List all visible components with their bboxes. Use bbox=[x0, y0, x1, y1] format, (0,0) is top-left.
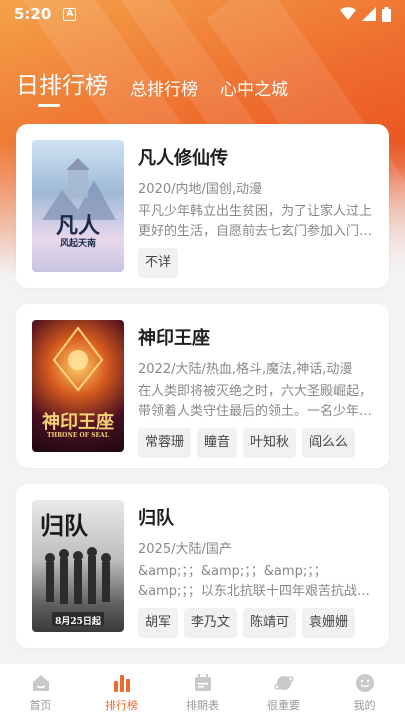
smiley-icon bbox=[355, 673, 374, 692]
nav-mine[interactable]: 我的 bbox=[335, 672, 395, 713]
nav-home[interactable]: 首页 bbox=[11, 672, 71, 713]
poster-image: 归队 8月25日起 bbox=[32, 500, 124, 632]
poster-subtitle-text: 风起天南 bbox=[59, 239, 96, 249]
tag[interactable]: 常蓉珊 bbox=[138, 428, 192, 458]
item-meta: 2020/内地/国创,动漫 bbox=[138, 182, 262, 196]
item-description: 在人类即将被灭绝之时，六大圣殿崛起，带领着人类守住最后的领土。一名少年… bbox=[138, 384, 373, 419]
list-item[interactable]: 神印王座 THRONE OF SEAL 神印王座 2022/大陆/热血,格斗,魔… bbox=[16, 304, 389, 468]
nav-ranking[interactable]: 排行榜 bbox=[92, 672, 152, 713]
tag[interactable]: 叶知秋 bbox=[243, 428, 297, 458]
signal-icon bbox=[362, 7, 376, 21]
ranking-list: 凡人 风起天南 凡人修仙传 2020/内地/国创,动漫 平凡少年韩立出生贫困，为… bbox=[16, 124, 389, 664]
nav-label: 很重要 bbox=[267, 698, 300, 712]
list-item[interactable]: 凡人 风起天南 凡人修仙传 2020/内地/国创,动漫 平凡少年韩立出生贫困，为… bbox=[16, 124, 389, 288]
tag[interactable]: 瞳音 bbox=[197, 428, 238, 458]
nav-label: 首页 bbox=[29, 698, 52, 712]
item-title: 凡人修仙传 bbox=[138, 148, 228, 169]
poster-date-text: 8月25日起 bbox=[55, 617, 101, 627]
calendar-icon bbox=[194, 673, 211, 691]
tag[interactable]: 袁姗姗 bbox=[302, 608, 356, 638]
home-icon bbox=[32, 674, 49, 691]
item-title: 归队 bbox=[138, 508, 174, 529]
tag[interactable]: 胡军 bbox=[138, 608, 179, 638]
status-bar: 5:20 A bbox=[0, 0, 405, 28]
bottom-nav: 首页 排行榜 排期表 很重要 我的 bbox=[0, 664, 405, 720]
tag[interactable]: 李乃文 bbox=[184, 608, 238, 638]
planet-icon bbox=[273, 675, 294, 690]
poster-image: 凡人 风起天南 bbox=[32, 140, 124, 272]
ranking-tabs: 日排行榜 总排行榜 心中之城 bbox=[16, 66, 288, 100]
tag[interactable]: 不详 bbox=[138, 248, 179, 278]
tab-city-of-heart[interactable]: 心中之城 bbox=[220, 75, 288, 100]
tab-daily-ranking[interactable]: 日排行榜 bbox=[16, 66, 108, 100]
item-description: &amp;；；&amp;；；&amp;；；&amp;；；以东北抗联十四年艰苦抗战… bbox=[138, 564, 370, 599]
poster-title-text: 归队 bbox=[40, 511, 88, 540]
nav-label: 排行榜 bbox=[105, 698, 138, 712]
poster-image: 神印王座 THRONE OF SEAL bbox=[32, 320, 124, 452]
item-description: 平凡少年韩立出生贫困，为了让家人过上更好的生活，自愿前去七玄门参加入门… bbox=[138, 204, 373, 239]
nav-schedule[interactable]: 排期表 bbox=[173, 672, 233, 713]
poster-subtitle-text: THRONE OF SEAL bbox=[47, 432, 109, 439]
item-title: 神印王座 bbox=[138, 328, 210, 349]
poster-title-text: 神印王座 bbox=[42, 412, 114, 433]
tab-total-ranking[interactable]: 总排行榜 bbox=[130, 75, 198, 100]
nav-important[interactable]: 很重要 bbox=[254, 672, 314, 713]
active-tab-indicator bbox=[38, 104, 60, 107]
wifi-icon bbox=[340, 7, 356, 20]
battery-icon bbox=[382, 6, 391, 22]
bar-chart-icon bbox=[113, 674, 130, 692]
tag[interactable]: 阎么么 bbox=[302, 428, 356, 458]
item-meta: 2025/大陆/国产 bbox=[138, 542, 232, 556]
nav-label: 排期表 bbox=[186, 698, 219, 712]
list-item[interactable]: 归队 8月25日起 归队 2025/大陆/国产 &amp;；；&amp;；；&a… bbox=[16, 484, 389, 648]
tag[interactable]: 陈靖可 bbox=[243, 608, 297, 638]
status-time: 5:20 bbox=[14, 5, 52, 23]
item-meta: 2022/大陆/热血,格斗,魔法,神话,动漫 bbox=[138, 362, 353, 376]
notification-icon: A bbox=[63, 7, 77, 21]
nav-label: 我的 bbox=[353, 698, 376, 712]
